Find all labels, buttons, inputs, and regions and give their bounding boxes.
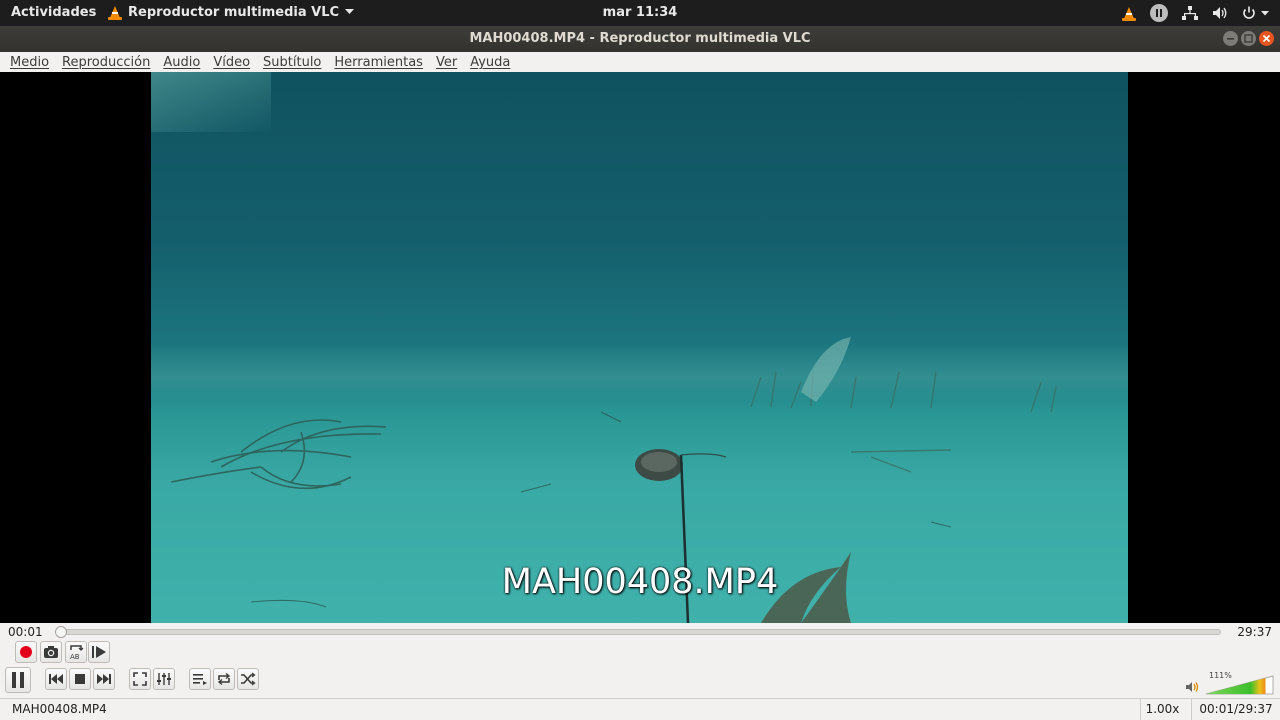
system-tray bbox=[1122, 3, 1270, 23]
power-icon[interactable] bbox=[1242, 6, 1270, 20]
previous-button[interactable] bbox=[45, 668, 67, 690]
play-pause-button[interactable] bbox=[5, 667, 31, 693]
vlc-cone-icon bbox=[108, 4, 122, 20]
speaker-icon[interactable] bbox=[1185, 681, 1199, 693]
media-pause-tray-icon[interactable] bbox=[1150, 4, 1168, 22]
volume-slider[interactable] bbox=[1205, 675, 1275, 695]
menu-ver[interactable]: Ver bbox=[436, 55, 457, 70]
previous-icon bbox=[49, 674, 63, 684]
minimize-icon bbox=[1227, 38, 1234, 40]
stop-button[interactable] bbox=[69, 668, 91, 690]
menu-audio[interactable]: Audio bbox=[163, 55, 200, 70]
snapshot-button[interactable] bbox=[40, 641, 62, 663]
volume-control[interactable]: 111% bbox=[1183, 671, 1275, 695]
menu-reproduccion[interactable]: Reproducción bbox=[62, 55, 150, 70]
shuffle-icon bbox=[241, 672, 256, 686]
stop-icon bbox=[75, 674, 85, 684]
svg-text:AB: AB bbox=[70, 653, 80, 660]
control-panel: 00:01 29:37 AB 111% MAH00408.MP4 1.00x 0… bbox=[0, 623, 1280, 720]
fullscreen-icon bbox=[133, 672, 147, 686]
status-time[interactable]: 00:01/29:37 bbox=[1191, 699, 1280, 720]
next-icon bbox=[97, 674, 111, 684]
menu-herramientas[interactable]: Herramientas bbox=[334, 55, 423, 70]
loop-icon bbox=[217, 672, 231, 686]
volume-tray-icon[interactable] bbox=[1212, 6, 1228, 20]
menu-ayuda[interactable]: Ayuda bbox=[470, 55, 510, 70]
vlc-tray-icon[interactable] bbox=[1122, 5, 1136, 21]
chevron-down-icon bbox=[345, 9, 355, 14]
menu-video[interactable]: Vídeo bbox=[213, 55, 250, 70]
total-time[interactable]: 29:37 bbox=[1237, 625, 1272, 639]
close-button[interactable] bbox=[1259, 31, 1274, 46]
extended-settings-button[interactable] bbox=[153, 668, 175, 690]
elapsed-time[interactable]: 00:01 bbox=[8, 625, 43, 639]
clock[interactable]: mar 11:34 bbox=[603, 5, 678, 20]
close-icon bbox=[1262, 34, 1271, 43]
camera-icon bbox=[44, 646, 58, 658]
seek-bar[interactable] bbox=[55, 626, 1221, 638]
underwater-scene bbox=[170, 337, 1057, 623]
menu-medio[interactable]: Medio bbox=[10, 55, 49, 70]
playlist-button[interactable] bbox=[189, 668, 211, 690]
app-menu[interactable]: Reproductor multimedia VLC bbox=[108, 4, 355, 20]
loop-button[interactable] bbox=[213, 668, 235, 690]
gnome-top-bar: Actividades Reproductor multimedia VLC m… bbox=[0, 0, 1280, 26]
status-filename: MAH00408.MP4 bbox=[12, 702, 107, 716]
menu-bar: Medio Reproducción Audio Vídeo Subtítulo… bbox=[0, 52, 1280, 72]
menu-subtitulo[interactable]: Subtítulo bbox=[263, 55, 321, 70]
minimize-button[interactable] bbox=[1223, 31, 1238, 46]
osd-filename: MAH00408.MP4 bbox=[501, 562, 779, 602]
record-icon bbox=[20, 646, 32, 658]
maximize-button[interactable] bbox=[1241, 31, 1256, 46]
seek-handle[interactable] bbox=[55, 626, 67, 638]
frame-step-button[interactable] bbox=[88, 641, 110, 663]
status-bar: MAH00408.MP4 1.00x 00:01/29:37 bbox=[0, 698, 1280, 720]
record-button[interactable] bbox=[15, 641, 37, 663]
fullscreen-button[interactable] bbox=[129, 668, 151, 690]
loop-ab-button[interactable]: AB bbox=[65, 641, 87, 663]
loop-ab-icon: AB bbox=[70, 645, 84, 660]
window-title-bar[interactable]: MAH00408.MP4 - Reproductor multimedia VL… bbox=[0, 26, 1280, 52]
network-icon[interactable] bbox=[1182, 6, 1198, 20]
playback-speed[interactable]: 1.00x bbox=[1140, 699, 1184, 720]
frame-step-icon bbox=[92, 646, 106, 658]
app-menu-label: Reproductor multimedia VLC bbox=[128, 4, 340, 20]
pause-icon bbox=[12, 672, 24, 688]
maximize-icon bbox=[1244, 34, 1253, 43]
equalizer-icon bbox=[157, 673, 171, 685]
window-title: MAH00408.MP4 - Reproductor multimedia VL… bbox=[469, 31, 811, 46]
playlist-icon bbox=[193, 674, 207, 685]
activities-button[interactable]: Actividades bbox=[11, 5, 96, 20]
next-button[interactable] bbox=[93, 668, 115, 690]
video-frame bbox=[151, 72, 1128, 623]
video-output[interactable]: MAH00408.MP4 bbox=[0, 72, 1280, 623]
shuffle-button[interactable] bbox=[237, 668, 259, 690]
